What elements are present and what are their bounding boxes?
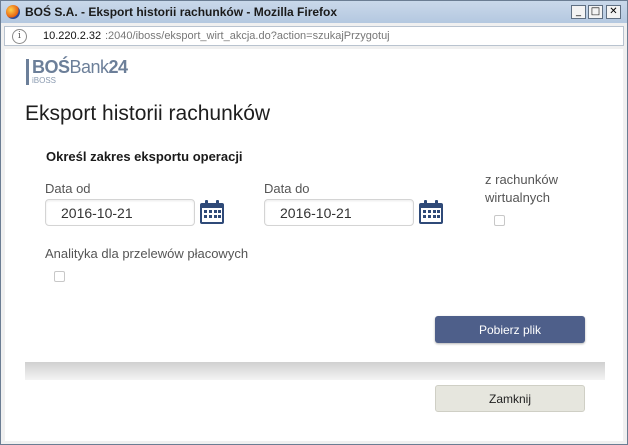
virtual-accounts-label-line2: wirtualnych	[485, 190, 551, 205]
date-from-label: Data od	[45, 181, 91, 196]
virtual-accounts-checkbox[interactable]	[494, 215, 505, 226]
logo-bar	[26, 59, 29, 85]
site-info-icon[interactable]: i	[12, 29, 27, 44]
url-path: :2040/iboss/eksport_wirt_akcja.do?action…	[105, 30, 390, 42]
date-from-input[interactable]	[45, 199, 195, 226]
logo-bank: Bank	[69, 57, 110, 77]
analytics-checkbox[interactable]	[54, 271, 65, 282]
logo-bos: BOŚ	[32, 57, 70, 77]
bank-logo: BOŚBank24	[32, 57, 128, 78]
logo-24: 24	[108, 57, 129, 77]
virtual-accounts-label-line1: z rachunków	[485, 172, 558, 187]
calendar-to-icon[interactable]	[418, 200, 444, 225]
title-bar: BOŚ S.A. - Eksport historii rachunków - …	[1, 1, 627, 23]
address-bar[interactable]: i 10.220.2.32 :2040/iboss/eksport_wirt_a…	[4, 26, 624, 46]
maximize-button[interactable]: □	[588, 5, 603, 19]
close-button[interactable]: Zamknij	[435, 385, 585, 412]
date-to-input[interactable]	[264, 199, 414, 226]
close-window-button[interactable]: ✕	[606, 5, 621, 19]
url-host: 10.220.2.32	[43, 30, 102, 42]
page-title: Eksport historii rachunków	[25, 102, 271, 125]
section-title: Określ zakres eksportu operacji	[46, 149, 243, 164]
download-file-button[interactable]: Pobierz plik	[435, 316, 585, 343]
browser-window: BOŚ S.A. - Eksport historii rachunków - …	[0, 0, 628, 445]
date-to-label: Data do	[264, 181, 310, 196]
minimize-button[interactable]: _	[571, 5, 586, 19]
logo-subtitle: iBOSS	[32, 76, 57, 85]
calendar-from-icon[interactable]	[199, 200, 225, 225]
footer-divider	[25, 362, 605, 380]
firefox-icon	[6, 5, 20, 19]
window-title: BOŚ S.A. - Eksport historii rachunków - …	[25, 5, 338, 19]
analytics-label: Analityka dla przelewów płacowych	[45, 246, 249, 261]
page-content: BOŚBank24 iBOSS Eksport historii rachunk…	[5, 49, 623, 441]
